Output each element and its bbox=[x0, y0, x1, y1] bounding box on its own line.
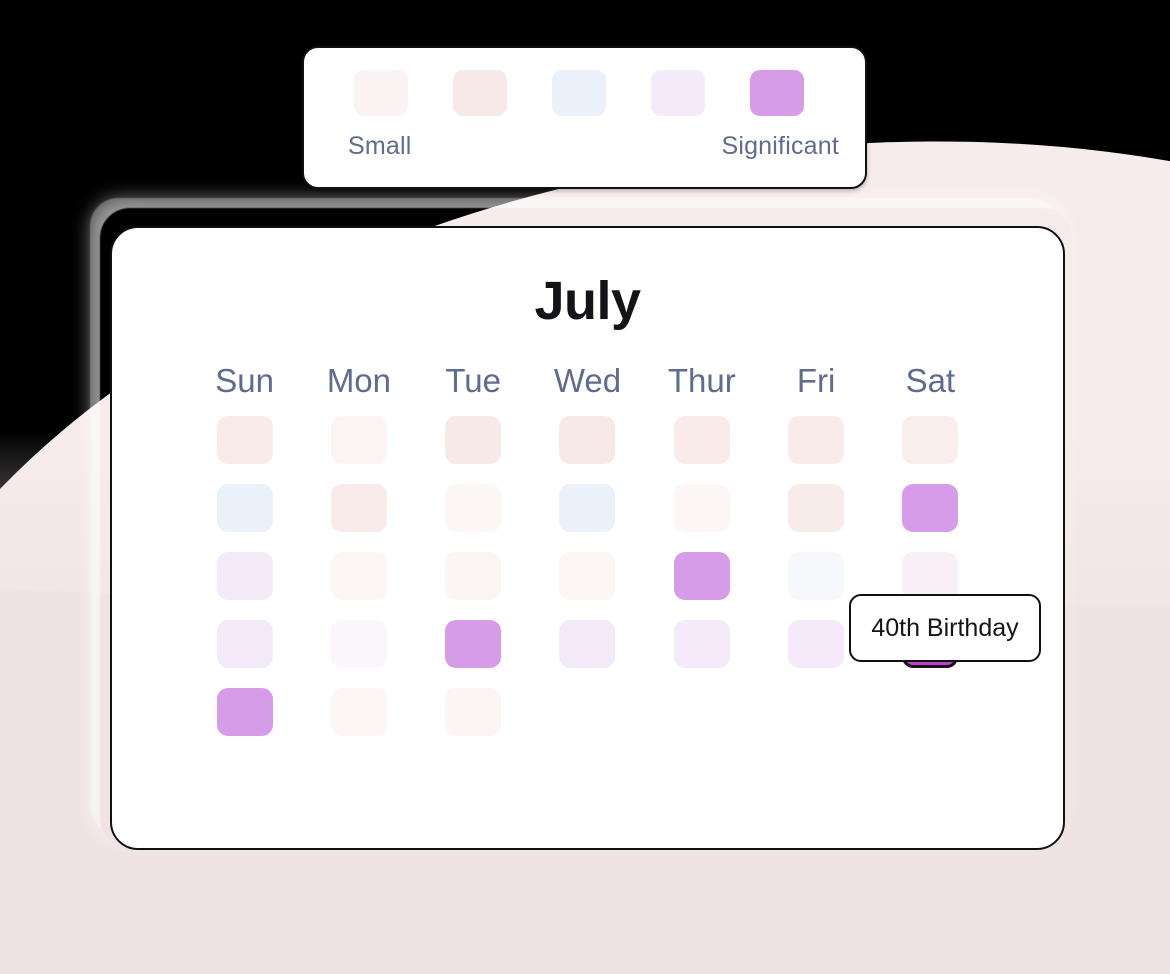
calendar-day-slot bbox=[530, 620, 644, 668]
calendar-day-slot bbox=[530, 484, 644, 532]
calendar-day-slot bbox=[645, 484, 759, 532]
page-title: July bbox=[534, 271, 641, 331]
calendar-week-row bbox=[188, 688, 988, 736]
calendar-day-cell[interactable] bbox=[902, 552, 959, 600]
calendar-day-cell[interactable] bbox=[216, 484, 273, 532]
calendar-day-slot bbox=[188, 552, 302, 600]
calendar-day-cell[interactable] bbox=[330, 416, 387, 464]
calendar-day-slot bbox=[530, 552, 644, 600]
legend-swatch-list bbox=[354, 70, 804, 116]
legend-label-row: Small Significant bbox=[348, 132, 839, 161]
calendar-day-cell[interactable] bbox=[902, 484, 959, 532]
legend-high-label: Significant bbox=[721, 132, 839, 160]
calendar-card: July Sun Mon Tue Wed Thur Fri Sat bbox=[110, 226, 1065, 850]
legend-swatch-2[interactable] bbox=[453, 70, 507, 116]
calendar-day-slot bbox=[302, 688, 416, 736]
calendar-day-cell[interactable] bbox=[559, 620, 616, 668]
calendar-day-slot bbox=[759, 416, 873, 464]
calendar-day-cell[interactable] bbox=[445, 620, 502, 668]
calendar-week-container bbox=[188, 416, 988, 736]
calendar-day-slot bbox=[873, 688, 987, 736]
calendar-day-slot bbox=[645, 416, 759, 464]
calendar-day-slot bbox=[416, 552, 530, 600]
calendar-day-slot bbox=[416, 620, 530, 668]
calendar-day-slot bbox=[759, 552, 873, 600]
calendar-day-cell[interactable] bbox=[788, 484, 845, 532]
calendar-day-cell[interactable] bbox=[330, 620, 387, 668]
weekday-label-sun: Sun bbox=[215, 362, 274, 399]
calendar-day-slot bbox=[759, 484, 873, 532]
calendar-day-empty bbox=[902, 688, 958, 736]
calendar-day-empty bbox=[674, 688, 730, 736]
calendar-day-slot bbox=[416, 688, 530, 736]
calendar-day-cell[interactable] bbox=[788, 552, 845, 600]
calendar-day-slot bbox=[302, 620, 416, 668]
calendar-day-slot bbox=[302, 416, 416, 464]
calendar-day-cell[interactable] bbox=[902, 416, 959, 464]
calendar-week-row bbox=[188, 416, 988, 464]
legend-swatch-1[interactable] bbox=[354, 70, 408, 116]
calendar-day-cell[interactable] bbox=[445, 688, 502, 736]
calendar-day-cell[interactable] bbox=[445, 552, 502, 600]
calendar-day-slot bbox=[188, 688, 302, 736]
legend-swatch-5[interactable] bbox=[750, 70, 804, 116]
weekday-header-row: Sun Mon Tue Wed Thur Fri Sat bbox=[188, 362, 988, 400]
calendar-day-slot bbox=[873, 484, 987, 532]
calendar-week-row bbox=[188, 484, 988, 532]
calendar-day-cell[interactable] bbox=[330, 484, 387, 532]
legend-swatch-3[interactable] bbox=[552, 70, 606, 116]
calendar-day-slot bbox=[302, 552, 416, 600]
weekday-label-thur: Thur bbox=[667, 362, 736, 399]
calendar-day-cell[interactable] bbox=[330, 688, 387, 736]
calendar-day-cell[interactable] bbox=[559, 416, 616, 464]
weekday-label-mon: Mon bbox=[326, 362, 392, 399]
calendar-day-cell[interactable] bbox=[559, 552, 616, 600]
calendar-day-cell[interactable] bbox=[673, 552, 730, 600]
calendar-day-slot bbox=[530, 416, 644, 464]
screenshot-stage: Small Significant July Sun Mon Tue Wed Thur F… bbox=[0, 0, 1170, 974]
calendar-day-slot bbox=[759, 688, 873, 736]
calendar-day-slot bbox=[645, 620, 759, 668]
legend-low-label: Small bbox=[348, 132, 412, 160]
calendar-day-cell[interactable] bbox=[216, 416, 273, 464]
calendar-day-cell[interactable] bbox=[330, 552, 387, 600]
event-tooltip-label: 40th Birthday bbox=[871, 613, 1019, 642]
weekday-label-wed: Wed bbox=[553, 362, 622, 399]
calendar-day-empty bbox=[559, 688, 615, 736]
calendar-day-slot bbox=[188, 416, 302, 464]
calendar-day-slot bbox=[645, 688, 759, 736]
event-tooltip: 40th Birthday bbox=[849, 594, 1041, 662]
calendar-day-empty bbox=[788, 688, 844, 736]
calendar-day-cell[interactable] bbox=[216, 552, 273, 600]
legend-swatch-4[interactable] bbox=[651, 70, 705, 116]
calendar-grid: Sun Mon Tue Wed Thur Fri Sat bbox=[188, 362, 988, 736]
calendar-day-cell[interactable] bbox=[788, 620, 845, 668]
calendar-day-cell[interactable] bbox=[673, 620, 730, 668]
weekday-label-fri: Fri bbox=[796, 362, 836, 399]
calendar-day-slot bbox=[645, 552, 759, 600]
calendar-day-cell[interactable] bbox=[559, 484, 616, 532]
calendar-week-row bbox=[188, 552, 988, 600]
calendar-day-slot bbox=[530, 688, 644, 736]
calendar-day-slot bbox=[873, 552, 987, 600]
calendar-day-cell[interactable] bbox=[788, 416, 845, 464]
calendar-day-cell[interactable] bbox=[216, 620, 273, 668]
weekday-label-sat: Sat bbox=[905, 362, 956, 399]
legend-card: Small Significant bbox=[302, 46, 867, 189]
calendar-day-slot bbox=[416, 484, 530, 532]
calendar-day-slot bbox=[302, 484, 416, 532]
calendar-day-cell[interactable] bbox=[216, 688, 273, 736]
calendar-day-cell[interactable] bbox=[445, 484, 502, 532]
calendar-day-slot bbox=[873, 416, 987, 464]
calendar-day-cell[interactable] bbox=[673, 484, 730, 532]
calendar-day-slot bbox=[188, 484, 302, 532]
weekday-label-tue: Tue bbox=[445, 362, 502, 399]
calendar-day-slot bbox=[416, 416, 530, 464]
calendar-day-cell[interactable] bbox=[445, 416, 502, 464]
calendar-day-slot bbox=[188, 620, 302, 668]
calendar-day-cell[interactable] bbox=[673, 416, 730, 464]
